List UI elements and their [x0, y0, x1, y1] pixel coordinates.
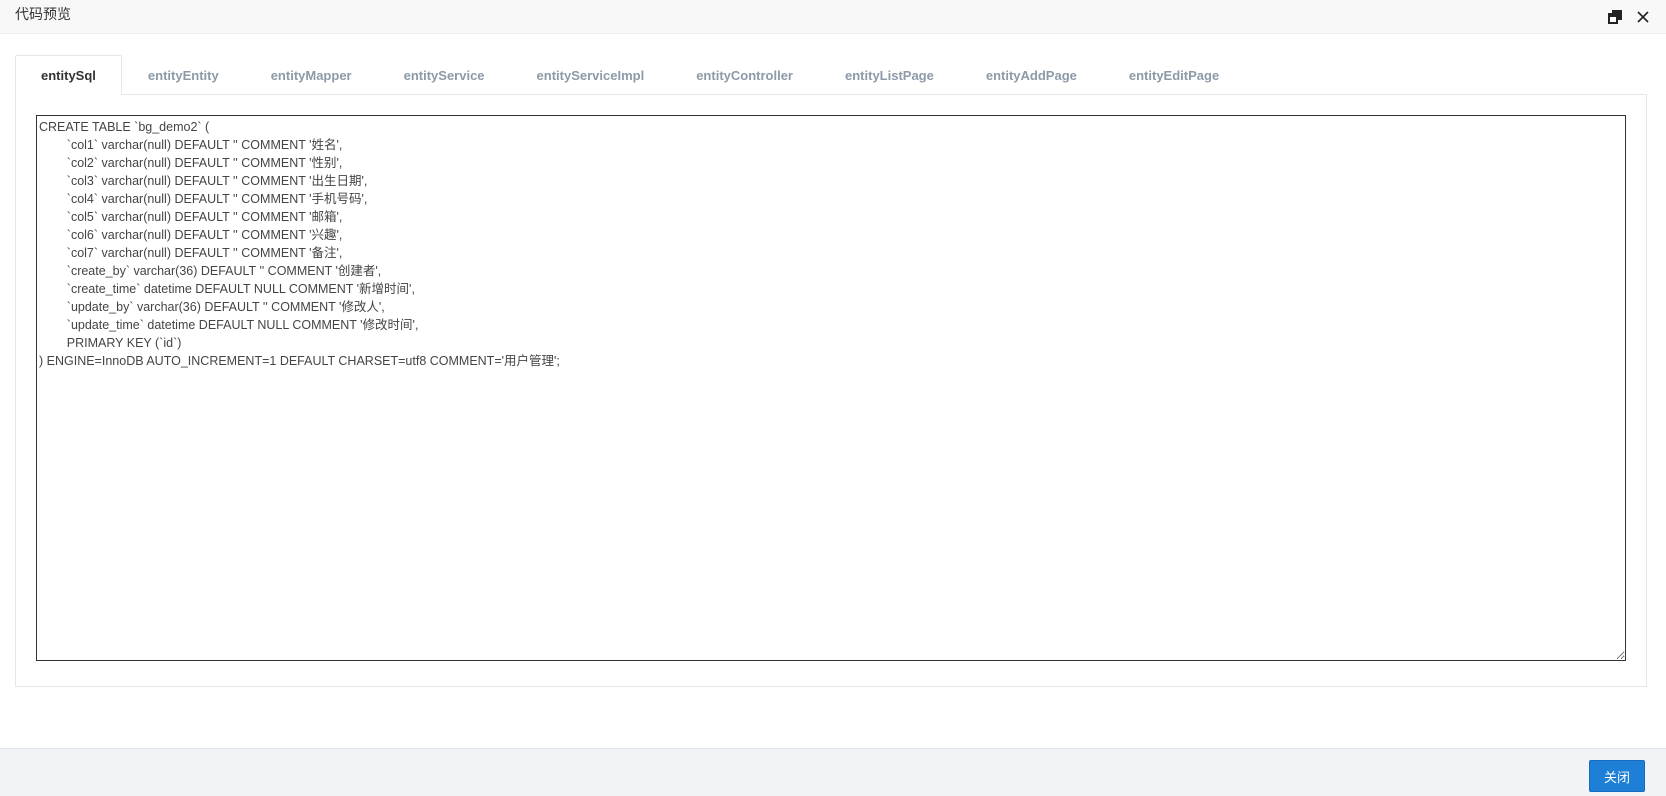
tab-entity-entity[interactable]: entityEntity	[122, 55, 245, 95]
tab-entity-list-page[interactable]: entityListPage	[819, 55, 960, 95]
dialog-title: 代码预览	[15, 6, 71, 22]
tab-entity-service-impl[interactable]: entityServiceImpl	[511, 55, 671, 95]
tab-panel-entity-sql: CREATE TABLE `bg_demo2` ( `col1` varchar…	[15, 94, 1647, 687]
window-controls	[1606, 8, 1652, 26]
close-button[interactable]: 关闭	[1589, 760, 1645, 792]
restore-window-icon[interactable]	[1606, 8, 1624, 26]
dialog-footer: 关闭	[0, 748, 1666, 796]
tab-entity-controller[interactable]: entityController	[670, 55, 819, 95]
code-tabs: entitySql entityEntity entityMapper enti…	[15, 55, 1647, 687]
tab-entity-mapper[interactable]: entityMapper	[245, 55, 378, 95]
tab-entity-sql[interactable]: entitySql	[15, 55, 122, 95]
tab-entity-service[interactable]: entityService	[378, 55, 511, 95]
tab-entity-add-page[interactable]: entityAddPage	[960, 55, 1103, 95]
dialog-titlebar: 代码预览	[0, 0, 1666, 34]
tab-entity-edit-page[interactable]: entityEditPage	[1103, 55, 1245, 95]
code-textarea[interactable]: CREATE TABLE `bg_demo2` ( `col1` varchar…	[36, 115, 1626, 661]
tab-bar: entitySql entityEntity entityMapper enti…	[15, 55, 1647, 95]
close-icon[interactable]	[1634, 8, 1652, 26]
code-preview-dialog: 代码预览 entitySql entityEntity entityMapper	[0, 0, 1666, 796]
